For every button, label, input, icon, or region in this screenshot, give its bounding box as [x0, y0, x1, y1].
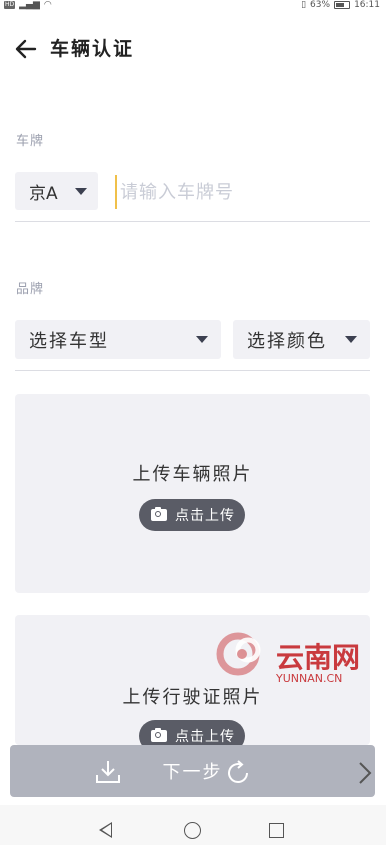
plate-divider	[15, 221, 370, 222]
watermark-text: 云南网	[276, 641, 361, 674]
nav-home-icon[interactable]	[184, 822, 201, 839]
caret-down-icon	[196, 336, 208, 343]
status-bar: HD ▂▄▆ ◠ ▯ 63% 16:11	[0, 0, 386, 12]
model-select-label: 选择车型	[29, 330, 109, 352]
province-select[interactable]: 京A	[15, 172, 98, 210]
vibrate-icon: ▯	[301, 0, 307, 10]
model-select[interactable]: 选择车型	[15, 320, 221, 359]
vehicle-photo-upload[interactable]: 上传车辆照片 点击上传	[15, 394, 370, 593]
battery-percent: 63%	[310, 0, 331, 10]
refresh-icon	[228, 760, 248, 783]
camera-icon	[151, 728, 167, 742]
camera-icon	[151, 507, 167, 521]
province-value: 京A	[29, 183, 58, 204]
watermark-swirl-icon	[216, 632, 261, 676]
chevron-right-icon	[359, 762, 372, 784]
hd-badge: HD	[4, 1, 16, 9]
next-step-label: 下一步	[162, 762, 223, 783]
vehicle-photo-upload-button[interactable]: 点击上传	[139, 499, 245, 531]
battery-icon	[334, 1, 351, 9]
brand-section-label: 品牌	[16, 282, 45, 297]
color-select-label: 选择颜色	[247, 330, 327, 352]
nav-back-icon-inner	[102, 824, 111, 836]
caret-down-icon	[345, 336, 357, 343]
caret-down-icon	[75, 188, 87, 195]
license-photo-upload-button[interactable]: 点击上传	[139, 720, 245, 745]
app-header: 车辆认证	[0, 30, 386, 70]
brand-divider	[15, 370, 370, 371]
clock: 16:11	[354, 0, 380, 10]
status-left: HD ▂▄▆ ◠	[4, 0, 52, 10]
watermark-subtext: YUNNAN.CN	[276, 672, 343, 685]
page-title: 车辆认证	[50, 38, 135, 60]
vehicle-photo-title: 上传车辆照片	[132, 464, 253, 485]
signal-icon: ▂▄▆	[19, 0, 40, 10]
arrow-left-icon[interactable]	[13, 36, 39, 62]
next-step-button[interactable]: 下一步	[10, 745, 375, 797]
download-icon	[96, 761, 120, 783]
watermark-logo: 云南网 YUNNAN.CN	[214, 628, 374, 688]
plate-number-input[interactable]	[115, 175, 365, 209]
system-nav-bar	[0, 805, 386, 845]
nav-recents-icon[interactable]	[269, 823, 284, 838]
wifi-icon: ◠	[43, 0, 52, 10]
upload-button-label: 点击上传	[175, 729, 235, 745]
status-right: ▯ 63% 16:11	[301, 0, 380, 10]
color-select[interactable]: 选择颜色	[233, 320, 370, 359]
upload-button-label: 点击上传	[175, 508, 235, 524]
plate-section-label: 车牌	[16, 134, 45, 149]
